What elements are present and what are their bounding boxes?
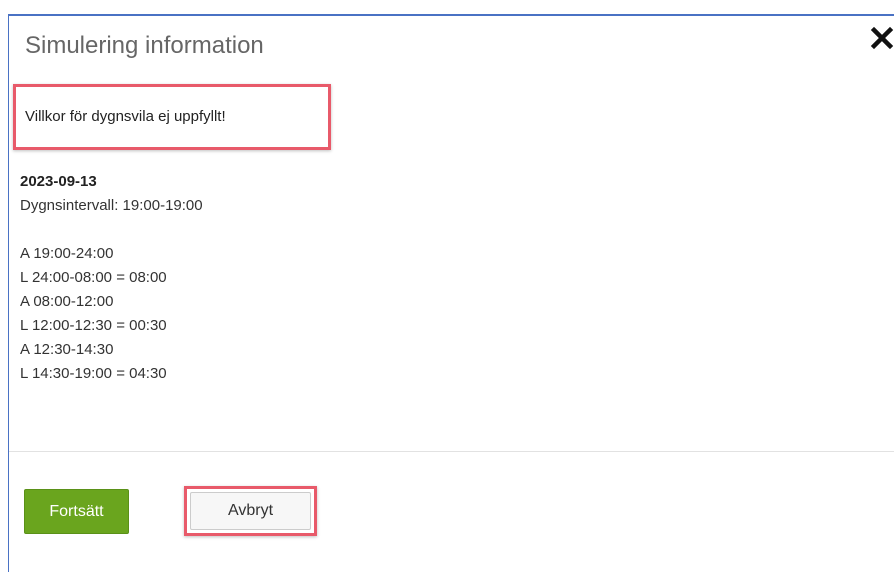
simulation-details: 2023-09-13 Dygnsintervall: 19:00-19:00 A… [20,170,203,386]
simulation-date: 2023-09-13 [20,173,97,190]
footer-divider [9,451,894,452]
warning-message: Villkor för dygnsvila ej uppfyllt! [25,108,226,125]
schedule-line: A 19:00-24:00 [20,245,114,262]
cancel-button[interactable]: Avbryt [190,492,311,530]
continue-button[interactable]: Fortsätt [24,489,129,534]
simulation-dialog: Simulering information Villkor för dygns… [8,14,894,572]
schedule-line: L 12:00-12:30 = 00:30 [20,317,167,334]
close-icon[interactable] [870,26,894,50]
day-interval: Dygnsintervall: 19:00-19:00 [20,197,203,214]
schedule-line: A 08:00-12:00 [20,293,114,310]
schedule-line: L 14:30-19:00 = 04:30 [20,365,167,382]
schedule-line: A 12:30-14:30 [20,341,114,358]
schedule-line: L 24:00-08:00 = 08:00 [20,269,167,286]
dialog-title: Simulering information [25,32,264,59]
cancel-highlight: Avbryt [184,486,317,536]
warning-highlight: Villkor för dygnsvila ej uppfyllt! [13,84,331,150]
